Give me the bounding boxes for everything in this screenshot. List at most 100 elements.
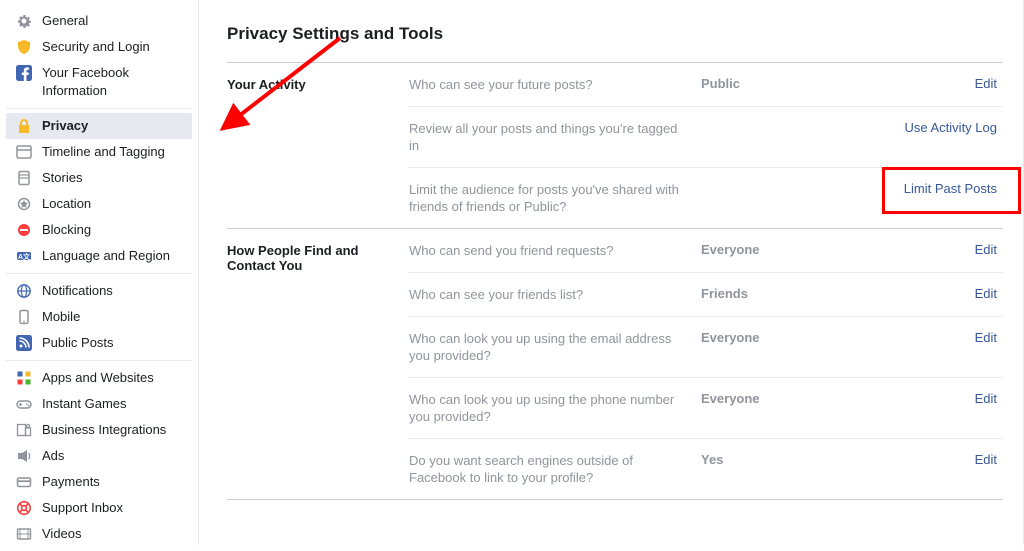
- sidebar-item-label: Videos: [42, 525, 184, 543]
- sidebar-item-public-posts[interactable]: Public Posts: [6, 330, 192, 356]
- sidebar-item-videos[interactable]: Videos: [6, 521, 192, 547]
- setting-question: Limit the audience for posts you've shar…: [409, 181, 701, 215]
- videos-icon: [16, 526, 32, 542]
- setting-row: Who can see your future posts?Public Edit: [409, 63, 1003, 107]
- sidebar-item-location[interactable]: Location: [6, 191, 192, 217]
- sidebar-item-label: Apps and Websites: [42, 369, 184, 387]
- setting-action-link[interactable]: Edit: [975, 242, 997, 257]
- svg-text:A文: A文: [18, 252, 31, 261]
- setting-question: Who can send you friend requests?: [409, 242, 701, 259]
- setting-action-link[interactable]: Edit: [975, 330, 997, 345]
- sidebar-item-notifications[interactable]: Notifications: [6, 278, 192, 304]
- rss-icon: [16, 335, 32, 351]
- sidebar-item-label: Security and Login: [42, 38, 184, 56]
- page-title: Privacy Settings and Tools: [227, 24, 1003, 44]
- sidebar-item-label: Stories: [42, 169, 184, 187]
- payments-icon: [16, 474, 32, 490]
- section-divider: [227, 499, 1003, 500]
- sidebar-item-label: Support Inbox: [42, 499, 184, 517]
- sidebar-item-label: Privacy: [42, 117, 184, 135]
- sidebar-item-label: General: [42, 12, 184, 30]
- setting-question: Review all your posts and things you're …: [409, 120, 701, 154]
- apps-icon: [16, 370, 32, 386]
- setting-value: Yes: [701, 452, 847, 467]
- location-icon: [16, 196, 32, 212]
- sidebar-item-support-inbox[interactable]: Support Inbox: [6, 495, 192, 521]
- setting-action-link[interactable]: Edit: [975, 391, 997, 406]
- sidebar-group: General Security and Login Your Facebook I…: [6, 4, 192, 109]
- settings-sidebar: General Security and Login Your Facebook I…: [0, 0, 199, 545]
- support-icon: [16, 500, 32, 516]
- gear-icon: [16, 13, 32, 29]
- settings-section: Your ActivityWho can see your future pos…: [227, 62, 1003, 228]
- app-root: General Security and Login Your Facebook I…: [0, 0, 1024, 545]
- setting-row: Who can look you up using the phone numb…: [409, 378, 1003, 439]
- setting-question: Who can see your friends list?: [409, 286, 701, 303]
- setting-action-cell: Edit: [847, 286, 1003, 301]
- sidebar-item-your-facebook-information[interactable]: Your Facebook Information: [6, 60, 192, 104]
- sidebar-item-label: Payments: [42, 473, 184, 491]
- section-heading: Your Activity: [227, 63, 409, 228]
- sidebar-item-timeline-and-tagging[interactable]: Timeline and Tagging: [6, 139, 192, 165]
- setting-row: Who can look you up using the email addr…: [409, 317, 1003, 378]
- language-icon: A文: [16, 248, 32, 264]
- setting-action-link[interactable]: Edit: [975, 452, 997, 467]
- business-icon: [16, 422, 32, 438]
- fb-box-icon: [16, 65, 32, 81]
- sidebar-item-label: Instant Games: [42, 395, 184, 413]
- settings-main: Privacy Settings and Tools Your Activity…: [199, 0, 1024, 545]
- section-body: Who can send you friend requests?Everyon…: [409, 229, 1003, 499]
- shield-icon: [16, 39, 32, 55]
- sidebar-item-label: Ads: [42, 447, 184, 465]
- sidebar-item-language-and-region[interactable]: A文Language and Region: [6, 243, 192, 269]
- setting-question: Who can see your future posts?: [409, 76, 701, 93]
- setting-value: Public: [701, 76, 847, 91]
- setting-value: Friends: [701, 286, 847, 301]
- sidebar-item-instant-games[interactable]: Instant Games: [6, 391, 192, 417]
- sidebar-item-payments[interactable]: Payments: [6, 469, 192, 495]
- sidebar-group: Notifications Mobile Public Posts: [6, 274, 192, 361]
- sidebar-item-business-integrations[interactable]: Business Integrations: [6, 417, 192, 443]
- setting-action-link[interactable]: Edit: [975, 286, 997, 301]
- games-icon: [16, 396, 32, 412]
- sidebar-item-mobile[interactable]: Mobile: [6, 304, 192, 330]
- setting-question: Do you want search engines outside of Fa…: [409, 452, 701, 486]
- sidebar-item-security-and-login[interactable]: Security and Login: [6, 34, 192, 60]
- section-heading: How People Find and Contact You: [227, 229, 409, 499]
- settings-section: How People Find and Contact YouWho can s…: [227, 228, 1003, 499]
- setting-value: Everyone: [701, 242, 847, 257]
- sidebar-item-privacy[interactable]: Privacy: [6, 113, 192, 139]
- setting-row: Do you want search engines outside of Fa…: [409, 439, 1003, 499]
- setting-action-cell: Edit: [847, 452, 1003, 467]
- setting-row: Who can see your friends list?Friends Edi…: [409, 273, 1003, 317]
- setting-action-cell: Limit Past Posts: [847, 181, 1003, 196]
- sidebar-item-label: Business Integrations: [42, 421, 184, 439]
- setting-action-cell: Edit: [847, 391, 1003, 406]
- sidebar-item-blocking[interactable]: Blocking: [6, 217, 192, 243]
- blocking-icon: [16, 222, 32, 238]
- sidebar-item-general[interactable]: General: [6, 8, 192, 34]
- setting-action-cell: Use Activity Log: [847, 120, 1003, 135]
- setting-value: Everyone: [701, 330, 847, 345]
- sidebar-item-apps-and-websites[interactable]: Apps and Websites: [6, 365, 192, 391]
- sidebar-item-stories[interactable]: Stories: [6, 165, 192, 191]
- timeline-icon: [16, 144, 32, 160]
- setting-action-link[interactable]: Edit: [975, 76, 997, 91]
- section-body: Who can see your future posts?Public Edit…: [409, 63, 1003, 228]
- sidebar-item-ads[interactable]: Ads: [6, 443, 192, 469]
- setting-action-cell: Edit: [847, 76, 1003, 91]
- sidebar-group: Apps and Websites Instant Games Business I…: [6, 361, 192, 551]
- sidebar-item-label: Location: [42, 195, 184, 213]
- setting-question: Who can look you up using the phone numb…: [409, 391, 701, 425]
- sidebar-item-label: Notifications: [42, 282, 184, 300]
- ads-icon: [16, 448, 32, 464]
- setting-action-link[interactable]: Use Activity Log: [905, 120, 998, 135]
- lock-icon: [16, 118, 32, 134]
- setting-action-link[interactable]: Limit Past Posts: [904, 181, 997, 196]
- setting-row: Review all your posts and things you're …: [409, 107, 1003, 168]
- setting-question: Who can look you up using the email addr…: [409, 330, 701, 364]
- sidebar-item-label: Blocking: [42, 221, 184, 239]
- setting-value: Everyone: [701, 391, 847, 406]
- settings-sections: Your ActivityWho can see your future pos…: [227, 62, 1003, 500]
- sidebar-item-label: Public Posts: [42, 334, 184, 352]
